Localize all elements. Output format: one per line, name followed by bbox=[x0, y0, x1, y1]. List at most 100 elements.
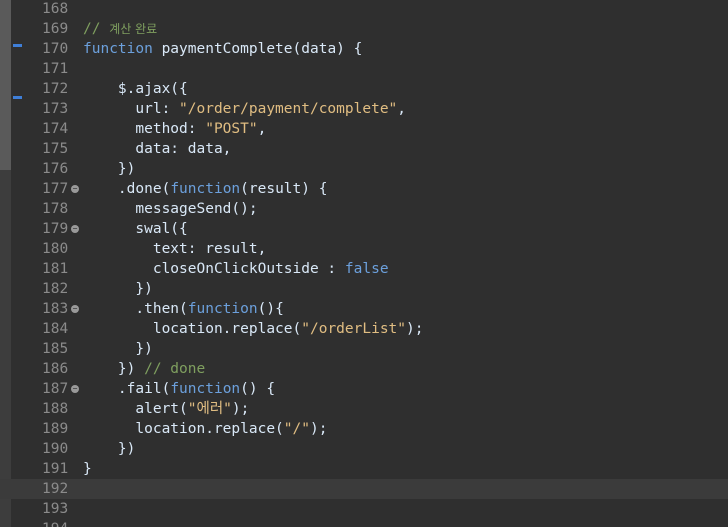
code-line[interactable]: 178 messageSend(); bbox=[0, 199, 728, 219]
code-line[interactable]: 181 closeOnClickOutside : false bbox=[0, 259, 728, 279]
code-line[interactable]: 180 text: result, bbox=[0, 239, 728, 259]
code-token: .then( bbox=[83, 301, 188, 317]
code-token: .done( bbox=[83, 181, 171, 197]
line-number: 191 bbox=[42, 461, 69, 477]
code-text: }) bbox=[83, 159, 135, 179]
code-token: , bbox=[257, 121, 267, 137]
code-text: }) // done bbox=[83, 359, 205, 379]
code-lines[interactable]: 168 169 // 계산 완료 170 function paymentComplet… bbox=[0, 0, 728, 527]
code-token: data: data, bbox=[83, 141, 232, 157]
fold-collapse-icon[interactable]: − bbox=[71, 385, 79, 393]
line-number: 174 bbox=[42, 121, 69, 137]
line-number: 173 bbox=[42, 101, 69, 117]
line-number: 183 bbox=[42, 301, 69, 317]
code-token: swal({ bbox=[83, 221, 188, 237]
line-number: 180 bbox=[42, 241, 69, 257]
code-line[interactable]: 186 }) // done bbox=[0, 359, 728, 379]
code-line[interactable]: 168 bbox=[0, 0, 728, 19]
code-token: function bbox=[170, 381, 241, 397]
code-token: "에러" bbox=[187, 401, 232, 417]
code-token: function bbox=[170, 181, 241, 197]
code-line[interactable]: 173 url: "/order/payment/complete", bbox=[0, 99, 728, 119]
line-number: 186 bbox=[42, 361, 69, 377]
fold-collapse-icon[interactable]: − bbox=[71, 305, 79, 313]
line-number: 188 bbox=[42, 401, 69, 417]
code-text: messageSend(); bbox=[83, 199, 258, 219]
code-token: } bbox=[83, 461, 92, 477]
fold-collapse-icon[interactable]: − bbox=[71, 225, 79, 233]
code-token: messageSend(); bbox=[83, 201, 258, 217]
code-text: closeOnClickOutside : false bbox=[83, 259, 389, 279]
code-token: function bbox=[83, 41, 153, 57]
code-line[interactable]: 176 }) bbox=[0, 159, 728, 179]
code-text: .then(function(){ bbox=[83, 299, 283, 319]
code-token: () { bbox=[240, 381, 276, 397]
code-token: paymentComplete(data) { bbox=[152, 41, 363, 57]
line-number: 177 bbox=[42, 181, 69, 197]
code-line[interactable]: 179− swal({ bbox=[0, 219, 728, 239]
code-line[interactable]: 187− .fail(function() { bbox=[0, 379, 728, 399]
code-text: } bbox=[83, 459, 92, 479]
code-line[interactable]: 184 location.replace("/orderList"); bbox=[0, 319, 728, 339]
code-token: , bbox=[397, 101, 407, 117]
code-line[interactable]: 170 function paymentComplete(data) { bbox=[0, 39, 728, 59]
code-line[interactable]: 172 $.ajax({ bbox=[0, 79, 728, 99]
line-number: 172 bbox=[42, 81, 69, 97]
code-token: text: result, bbox=[83, 241, 267, 257]
code-token: location.replace( bbox=[83, 321, 302, 337]
code-token: $.ajax({ bbox=[83, 81, 188, 97]
code-editor[interactable]: 168 169 // 계산 완료 170 function paymentComplet… bbox=[0, 0, 728, 527]
code-text: }) bbox=[83, 439, 135, 459]
code-token: (result) { bbox=[240, 181, 328, 197]
code-line[interactable]: 185 }) bbox=[0, 339, 728, 359]
line-number: 187 bbox=[42, 381, 69, 397]
code-text: url: "/order/payment/complete", bbox=[83, 99, 406, 119]
code-text: .fail(function() { bbox=[83, 379, 275, 399]
code-token: "/" bbox=[283, 421, 310, 437]
code-line[interactable]: 182 }) bbox=[0, 279, 728, 299]
line-number: 169 bbox=[42, 21, 69, 37]
code-line[interactable]: 190 }) bbox=[0, 439, 728, 459]
line-number: 189 bbox=[42, 421, 69, 437]
code-text: method: "POST", bbox=[83, 119, 266, 139]
code-token: "/order/payment/complete" bbox=[179, 101, 398, 117]
code-line[interactable]: 171 bbox=[0, 59, 728, 79]
code-line[interactable]: 191} bbox=[0, 459, 728, 479]
code-text: }) bbox=[83, 279, 152, 299]
code-text: location.replace("/"); bbox=[83, 419, 327, 439]
line-number: 181 bbox=[42, 261, 69, 277]
code-line[interactable]: 177− .done(function(result) { bbox=[0, 179, 728, 199]
code-token: .fail( bbox=[83, 381, 171, 397]
code-token: alert( bbox=[83, 401, 188, 417]
code-line[interactable]: 174 method: "POST", bbox=[0, 119, 728, 139]
code-line[interactable]: 175 data: data, bbox=[0, 139, 728, 159]
line-number: 190 bbox=[42, 441, 69, 457]
code-token: }) bbox=[83, 361, 145, 377]
line-number: 194 bbox=[42, 519, 72, 527]
code-text: // 계산 완료 bbox=[83, 19, 157, 39]
code-token: }) bbox=[83, 161, 136, 177]
code-line[interactable]: 193 bbox=[0, 499, 728, 519]
code-token: }) bbox=[83, 341, 153, 357]
code-text: data: data, bbox=[83, 139, 231, 159]
fold-collapse-icon[interactable]: − bbox=[71, 185, 79, 193]
code-token: url: bbox=[83, 101, 180, 117]
line-number: 179 bbox=[42, 221, 69, 237]
code-line[interactable]: 194 bbox=[0, 519, 728, 527]
code-line-current[interactable]: 192 bbox=[0, 479, 728, 499]
line-number: 171 bbox=[42, 61, 69, 77]
code-token: ); bbox=[231, 401, 250, 417]
code-text: .done(function(result) { bbox=[83, 179, 328, 199]
line-number: 175 bbox=[42, 141, 69, 157]
code-line[interactable]: 169 // 계산 완료 bbox=[0, 19, 728, 39]
code-token: "POST" bbox=[205, 121, 258, 137]
code-text: location.replace("/orderList"); bbox=[83, 319, 424, 339]
code-token: ); bbox=[406, 321, 424, 337]
code-token: function bbox=[187, 301, 258, 317]
line-number: 170 bbox=[42, 41, 69, 57]
code-line[interactable]: 189 location.replace("/"); bbox=[0, 419, 728, 439]
code-line[interactable]: 188 alert("에러"); bbox=[0, 399, 728, 419]
code-token: // bbox=[83, 21, 110, 37]
line-number: 182 bbox=[42, 281, 69, 297]
code-line[interactable]: 183− .then(function(){ bbox=[0, 299, 728, 319]
